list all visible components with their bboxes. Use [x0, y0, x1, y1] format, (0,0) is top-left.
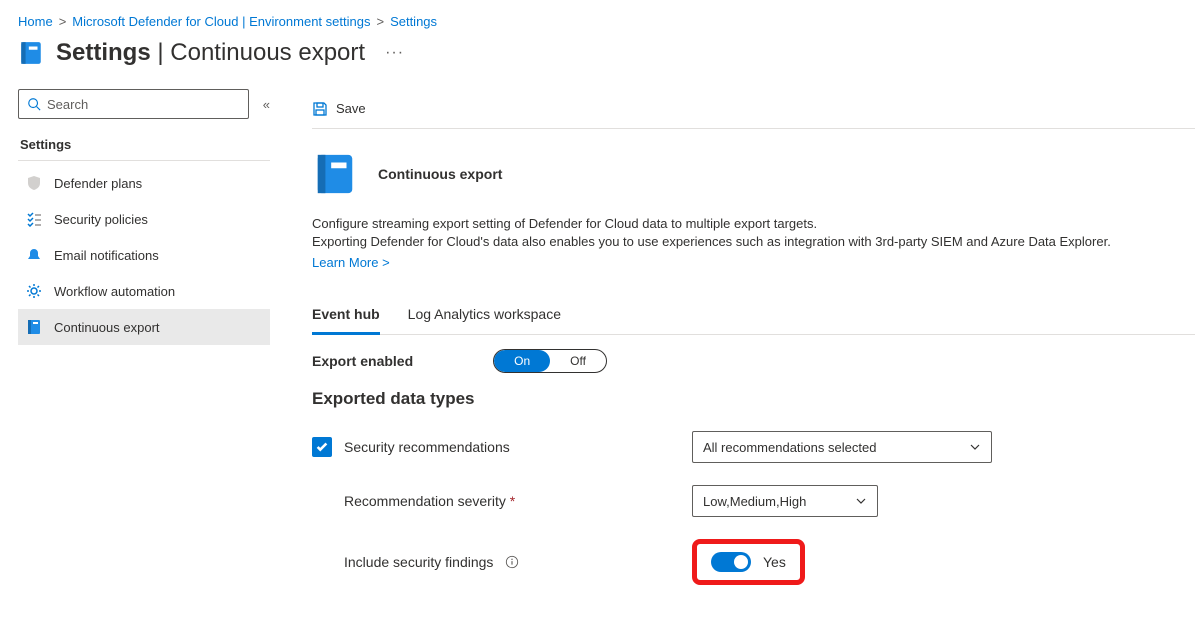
save-button[interactable]: Save [312, 101, 366, 117]
check-icon [315, 440, 329, 454]
highlight-box: Yes [692, 539, 805, 585]
chevron-down-icon [855, 495, 867, 507]
tab-event-hub[interactable]: Event hub [312, 300, 380, 335]
sidebar-heading: Settings [18, 137, 270, 152]
sidebar-item-defender-plans[interactable]: Defender plans [18, 165, 270, 201]
learn-more-link[interactable]: Learn More > [312, 255, 390, 270]
sidebar-item-workflow-automation[interactable]: Workflow automation [18, 273, 270, 309]
search-input[interactable]: Search [18, 89, 249, 119]
security-recommendations-label: Security recommendations [344, 439, 510, 455]
gear-icon [26, 283, 42, 299]
crumb-home[interactable]: Home [18, 14, 53, 29]
more-icon[interactable]: ··· [385, 44, 404, 62]
sidebar-item-email-notifications[interactable]: Email notifications [18, 237, 270, 273]
severity-label: Recommendation severity * [344, 493, 515, 509]
page-title-row: Settings | Continuous export ··· [0, 39, 1195, 89]
section-header: Continuous export [312, 151, 1195, 197]
shield-faded-icon [26, 175, 42, 191]
crumb-sep: > [376, 14, 384, 29]
section-desc-2: Exporting Defender for Cloud's data also… [312, 233, 1195, 251]
continuous-export-large-icon [312, 151, 358, 197]
export-off[interactable]: Off [550, 350, 606, 372]
sidebar-item-continuous-export[interactable]: Continuous export [18, 309, 270, 345]
save-icon [312, 101, 328, 117]
breadcrumb: Home > Microsoft Defender for Cloud | En… [0, 0, 1195, 39]
book-icon [26, 319, 42, 335]
export-on[interactable]: On [494, 350, 550, 372]
checklist-icon [26, 211, 42, 227]
security-recommendations-checkbox[interactable] [312, 437, 332, 457]
crumb-defender[interactable]: Microsoft Defender for Cloud | Environme… [72, 14, 370, 29]
include-findings-label: Include security findings [344, 554, 493, 570]
tab-log-analytics[interactable]: Log Analytics workspace [408, 300, 561, 334]
main-content: Save Continuous export Configure streami… [280, 89, 1195, 607]
page-title: Settings | Continuous export [56, 39, 365, 67]
include-findings-value: Yes [763, 554, 786, 570]
section-desc-1: Configure streaming export setting of De… [312, 215, 1195, 233]
collapse-sidebar-icon[interactable]: « [263, 97, 270, 112]
search-icon [27, 97, 41, 111]
severity-dropdown[interactable]: Low,Medium,High [692, 485, 878, 517]
sidebar-divider [18, 160, 270, 161]
sidebar-item-security-policies[interactable]: Security policies [18, 201, 270, 237]
crumb-settings[interactable]: Settings [390, 14, 437, 29]
include-findings-toggle[interactable] [711, 552, 751, 572]
export-target-tabs: Event hub Log Analytics workspace [312, 300, 1195, 335]
bell-icon [26, 247, 42, 263]
info-icon[interactable] [505, 555, 519, 569]
settings-book-icon [18, 40, 44, 66]
recommendations-dropdown[interactable]: All recommendations selected [692, 431, 992, 463]
section-title: Continuous export [378, 166, 502, 182]
exported-data-types-heading: Exported data types [312, 389, 1195, 409]
sidebar: Search « Settings Defender plans Securit… [0, 89, 280, 607]
toolbar: Save [312, 89, 1195, 129]
crumb-sep: > [59, 14, 67, 29]
export-enabled-toggle[interactable]: On Off [493, 349, 607, 373]
export-enabled-label: Export enabled [312, 353, 413, 369]
chevron-down-icon [969, 441, 981, 453]
